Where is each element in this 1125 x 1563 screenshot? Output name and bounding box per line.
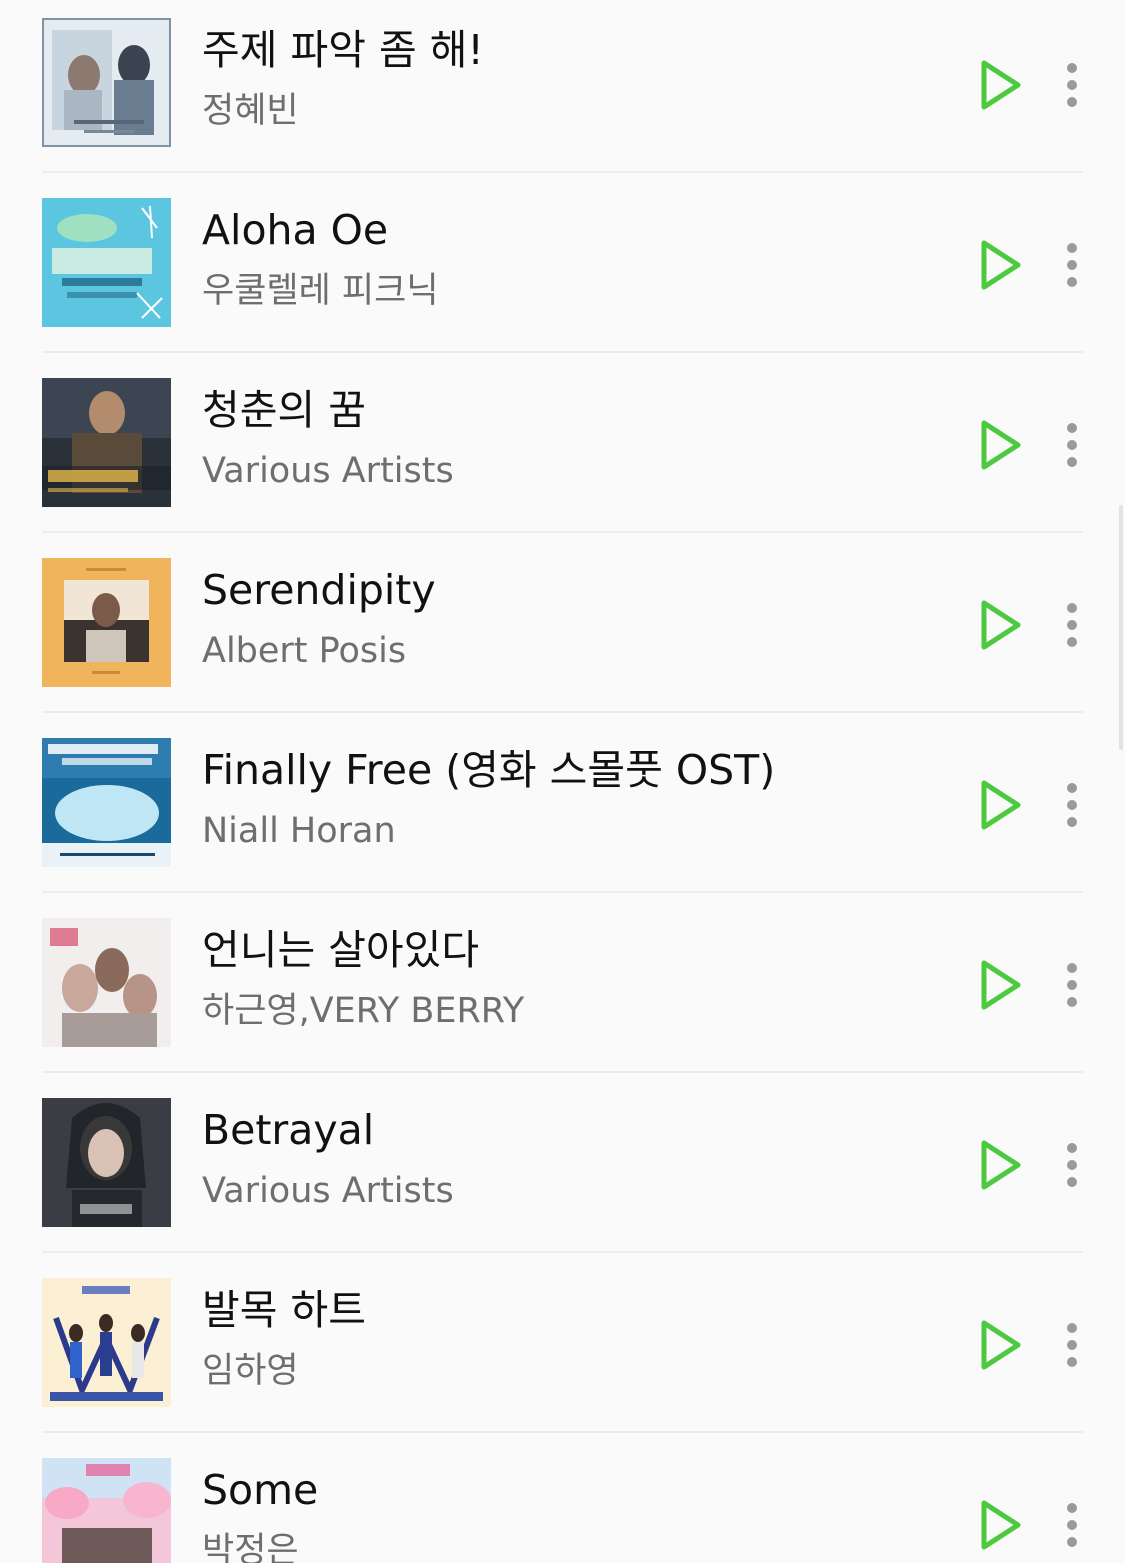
song-artist: 박정은 — [202, 1531, 299, 1563]
album-cover — [42, 1098, 171, 1227]
song-row[interactable]: 주제 파악 좀 해! 정혜빈 — [0, 0, 1125, 180]
song-row[interactable]: 발목 하트 임하영 — [0, 1260, 1125, 1440]
song-artist: 임하영 — [202, 1351, 299, 1391]
song-artist: Niall Horan — [202, 811, 396, 851]
song-title: Some — [202, 1466, 319, 1514]
song-row[interactable]: Aloha Oe 우쿨렐레 피크닉 — [0, 180, 1125, 360]
divider — [42, 1071, 1083, 1073]
song-artist: Various Artists — [202, 451, 454, 491]
play-icon[interactable] — [976, 778, 1024, 832]
song-title: Aloha Oe — [202, 206, 389, 254]
more-vertical-icon[interactable] — [1052, 62, 1092, 108]
album-cover — [42, 738, 171, 867]
divider — [42, 891, 1083, 893]
more-vertical-icon[interactable] — [1052, 602, 1092, 648]
divider — [42, 1431, 1083, 1433]
play-icon[interactable] — [976, 238, 1024, 292]
song-title: 주제 파악 좀 해! — [202, 26, 484, 74]
divider — [42, 1251, 1083, 1253]
song-artist: 우쿨렐레 피크닉 — [202, 271, 439, 311]
scrollbar[interactable] — [1119, 505, 1123, 750]
song-title: Serendipity — [202, 566, 436, 614]
song-row[interactable]: Serendipity Albert Posis — [0, 540, 1125, 720]
more-vertical-icon[interactable] — [1052, 1502, 1092, 1548]
play-icon[interactable] — [976, 1138, 1024, 1192]
more-vertical-icon[interactable] — [1052, 962, 1092, 1008]
song-row[interactable]: Betrayal Various Artists — [0, 1080, 1125, 1260]
play-icon[interactable] — [976, 418, 1024, 472]
song-title: 발목 하트 — [202, 1286, 366, 1334]
album-cover — [42, 378, 171, 507]
play-icon[interactable] — [976, 1498, 1024, 1552]
song-title: Betrayal — [202, 1106, 375, 1154]
more-vertical-icon[interactable] — [1052, 242, 1092, 288]
album-cover — [42, 1278, 171, 1407]
divider — [42, 531, 1083, 533]
album-cover — [42, 18, 171, 147]
song-row[interactable]: Finally Free (영화 스몰풋 OST) Niall Horan — [0, 720, 1125, 900]
divider — [42, 171, 1083, 173]
play-icon[interactable] — [976, 598, 1024, 652]
song-title: 언니는 살아있다 — [202, 926, 480, 974]
more-vertical-icon[interactable] — [1052, 1142, 1092, 1188]
more-vertical-icon[interactable] — [1052, 782, 1092, 828]
song-artist: 정혜빈 — [202, 91, 299, 131]
song-row[interactable]: 청춘의 꿈 Various Artists — [0, 360, 1125, 540]
song-title: Finally Free (영화 스몰풋 OST) — [202, 746, 776, 794]
divider — [42, 711, 1083, 713]
play-icon[interactable] — [976, 958, 1024, 1012]
song-artist: 하근영,VERY BERRY — [202, 991, 525, 1031]
album-cover — [42, 918, 171, 1047]
song-artist: Various Artists — [202, 1171, 454, 1211]
more-vertical-icon[interactable] — [1052, 422, 1092, 468]
play-icon[interactable] — [976, 1318, 1024, 1372]
divider — [42, 351, 1083, 353]
more-vertical-icon[interactable] — [1052, 1322, 1092, 1368]
song-artist: Albert Posis — [202, 631, 407, 671]
album-cover — [42, 1458, 171, 1563]
song-row[interactable]: 언니는 살아있다 하근영,VERY BERRY — [0, 900, 1125, 1080]
song-title: 청춘의 꿈 — [202, 386, 366, 434]
album-cover — [42, 198, 171, 327]
song-row[interactable]: Some 박정은 — [0, 1440, 1125, 1563]
song-list: 주제 파악 좀 해! 정혜빈 Aloha Oe 우쿨렐레 피크닉 청춘의 꿈 V… — [0, 0, 1125, 1563]
album-cover — [42, 558, 171, 687]
play-icon[interactable] — [976, 58, 1024, 112]
